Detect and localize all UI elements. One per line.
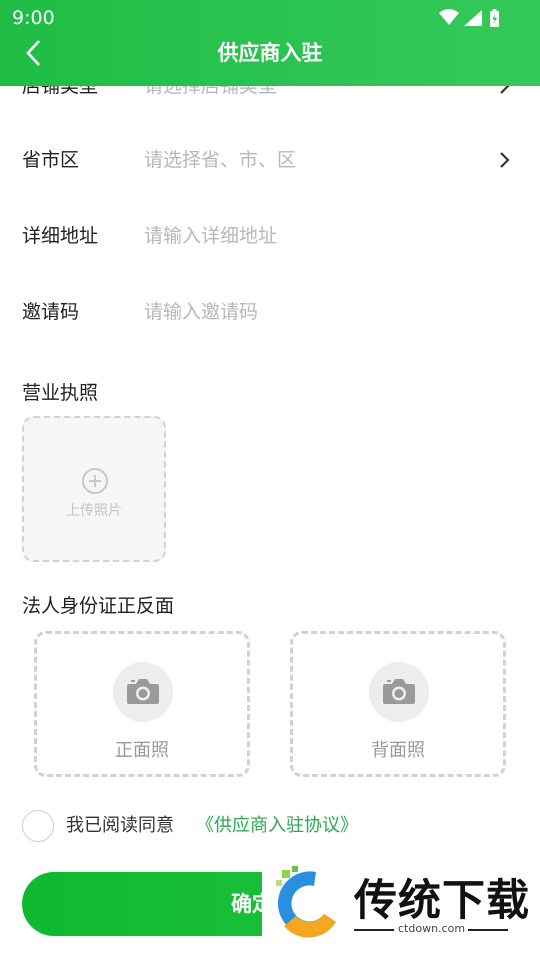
form-content: 店铺类型 请选择店铺类型 省市区 请选择省、市、区 详细地址 请输入详细地址 邀… [0,0,540,960]
add-circle-icon [82,468,108,494]
agreement-link[interactable]: 《供应商入驻协议》 [196,813,358,839]
watermark-divider [354,929,394,931]
watermark-title: 传统下载 [354,876,530,926]
invite-code-label: 邀请码 [22,301,80,323]
invite-code-row: 邀请码 请输入邀请码 [0,288,540,336]
status-time: 9:00 [12,7,55,29]
watermark-divider [468,929,508,931]
business-license-label: 营业执照 [22,382,99,404]
watermark-logo-icon [276,866,336,938]
address-label: 详细地址 [22,225,99,247]
region-select[interactable]: 请选择省、市、区 [144,136,296,184]
id-front-label: 正面照 [115,740,169,761]
watermark-url: ctdown.com [398,922,466,935]
address-row: 详细地址 请输入详细地址 [0,212,540,260]
id-back-label: 背面照 [371,740,425,761]
agreement-checkbox[interactable] [22,810,54,842]
region-row[interactable]: 省市区 请选择省、市、区 [0,136,540,184]
chevron-right-icon [500,152,510,168]
region-label: 省市区 [22,149,80,171]
camera-icon [127,679,159,704]
app-header: 9:00 供应商入驻 [0,0,540,86]
agreement-text: 我已阅读同意 [66,815,174,836]
id-card-label: 法人身份证正反面 [22,595,175,617]
camera-icon [383,679,415,704]
status-icons [439,9,499,27]
upload-photo-text: 上传照片 [66,503,122,519]
business-license-upload[interactable]: 上传照片 [22,416,166,562]
id-front-upload[interactable]: 正面照 [34,631,250,777]
invite-code-input[interactable]: 请输入邀请码 [144,288,258,336]
id-back-upload[interactable]: 背面照 [290,631,506,777]
address-input[interactable]: 请输入详细地址 [144,212,277,260]
watermark: 传统下载 ctdown.com [262,858,540,960]
camera-icon-circle [369,662,429,722]
camera-icon-circle [113,662,173,722]
wifi-icon [439,9,459,25]
page-title: 供应商入驻 [217,41,323,65]
signal-icon [464,10,482,26]
